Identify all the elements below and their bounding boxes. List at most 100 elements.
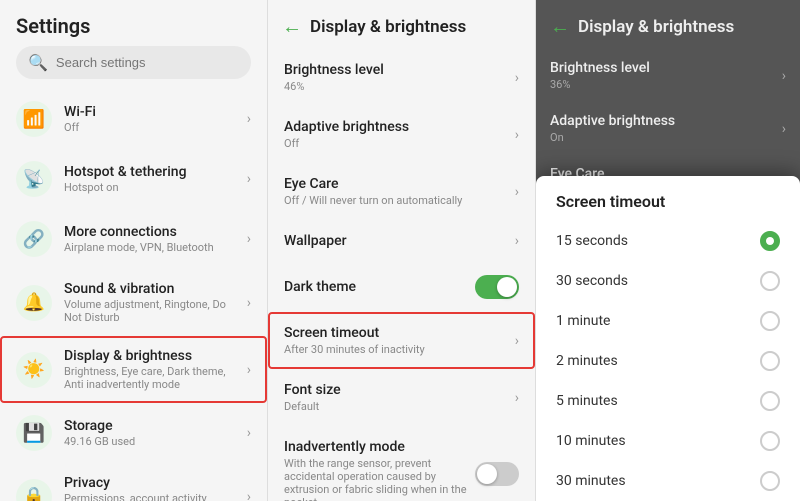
dialog-option-label-5m: 5 minutes (556, 393, 618, 409)
mid-item-eyecare[interactable]: Eye Care Off / Will never turn on automa… (268, 163, 535, 220)
dialog-option-1m[interactable]: 1 minute (536, 301, 800, 341)
settings-list: 📶 Wi-Fi Off › 📡 Hotspot & tethering Hots… (0, 89, 267, 501)
chevron-icon-eyecare: › (515, 184, 519, 200)
left-panel-header: Settings 🔍 (0, 0, 267, 89)
dialog-option-30s[interactable]: 30 seconds (536, 261, 800, 301)
chevron-icon-right-brightness: › (782, 68, 786, 84)
sidebar-item-sound[interactable]: 🔔 Sound & vibration Volume adjustment, R… (0, 269, 267, 336)
search-icon: 🔍 (28, 53, 48, 72)
item-title-connections: More connections (64, 224, 235, 240)
radio-5m[interactable] (760, 391, 780, 411)
mid-item-sub-screentimeout: After 30 minutes of inactivity (284, 343, 425, 356)
mid-item-sub-fontsize: Default (284, 400, 341, 413)
item-sub-privacy: Permissions, account activity, personal … (64, 492, 235, 501)
dialog-option-5m[interactable]: 5 minutes (536, 381, 800, 421)
mid-back-arrow[interactable]: ← (282, 14, 302, 39)
chevron-icon-sound: › (247, 295, 251, 311)
dialog-option-label-30m: 30 minutes (556, 473, 626, 489)
mid-item-darktheme[interactable]: Dark theme (268, 262, 535, 312)
sidebar-item-display[interactable]: ☀️ Display & brightness Brightness, Eye … (0, 336, 267, 403)
radio-30m[interactable] (760, 471, 780, 491)
dialog-option-15s[interactable]: 15 seconds (536, 221, 800, 261)
chevron-icon-connections: › (247, 231, 251, 247)
radio-10m[interactable] (760, 431, 780, 451)
mid-item-adaptive[interactable]: Adaptive brightness Off › (268, 106, 535, 163)
mid-item-title-brightness: Brightness level (284, 62, 384, 78)
chevron-icon-wallpaper: › (515, 233, 519, 249)
item-title-storage: Storage (64, 418, 235, 434)
sidebar-item-wifi[interactable]: 📶 Wi-Fi Off › (0, 89, 267, 149)
chevron-icon-adaptive: › (515, 127, 519, 143)
dialog-option-label-1m: 1 minute (556, 313, 610, 329)
dialog-title: Screen timeout (536, 176, 800, 221)
chevron-icon-fontsize: › (515, 390, 519, 406)
chevron-icon-screentimeout: › (515, 333, 519, 349)
right-item-brightness[interactable]: Brightness level 36% › (536, 49, 800, 102)
chevron-icon-display: › (247, 362, 251, 378)
mid-item-title-screentimeout: Screen timeout (284, 325, 425, 341)
screen-timeout-dialog: Screen timeout 15 seconds 30 seconds 1 m… (536, 176, 800, 501)
icon-connections: 🔗 (16, 221, 52, 257)
item-sub-storage: 49.16 GB used (64, 435, 235, 448)
toggle-inadvertently[interactable] (475, 462, 519, 486)
dialog-option-10m[interactable]: 10 minutes (536, 421, 800, 461)
mid-item-title-fontsize: Font size (284, 382, 341, 398)
icon-privacy: 🔒 (16, 479, 52, 501)
mid-item-brightness[interactable]: Brightness level 46% › (268, 49, 535, 106)
mid-item-inadvertently[interactable]: Inadvertently mode With the range sensor… (268, 426, 535, 501)
mid-item-title-eyecare: Eye Care (284, 176, 462, 192)
radio-2m[interactable] (760, 351, 780, 371)
mid-item-sub-inadvertently: With the range sensor, prevent accidenta… (284, 457, 475, 501)
chevron-icon-privacy: › (247, 489, 251, 501)
item-sub-display: Brightness, Eye care, Dark theme, Anti i… (64, 365, 235, 391)
item-title-display: Display & brightness (64, 348, 235, 364)
mid-item-title-wallpaper: Wallpaper (284, 233, 347, 249)
mid-item-screentimeout[interactable]: Screen timeout After 30 minutes of inact… (268, 312, 535, 369)
settings-panel: Settings 🔍 📶 Wi-Fi Off › 📡 Hotspot & tet… (0, 0, 268, 501)
dialog-option-label-10m: 10 minutes (556, 433, 626, 449)
icon-storage: 💾 (16, 415, 52, 451)
sidebar-item-hotspot[interactable]: 📡 Hotspot & tethering Hotspot on › (0, 149, 267, 209)
dialog-option-label-30s: 30 seconds (556, 273, 628, 289)
item-sub-connections: Airplane mode, VPN, Bluetooth (64, 241, 235, 254)
mid-item-fontsize[interactable]: Font size Default › (268, 369, 535, 426)
right-panel: ← Display & brightness Brightness level … (536, 0, 800, 501)
chevron-icon-storage: › (247, 425, 251, 441)
chevron-icon-hotspot: › (247, 171, 251, 187)
right-panel-title: Display & brightness (578, 17, 734, 37)
chevron-icon-right-adaptive: › (782, 121, 786, 137)
right-item-adaptive[interactable]: Adaptive brightness On › (536, 102, 800, 155)
right-item-sub-adaptive: On (550, 131, 675, 144)
mid-item-title-darktheme: Dark theme (284, 279, 356, 295)
radio-1m[interactable] (760, 311, 780, 331)
dialog-option-30m[interactable]: 30 minutes (536, 461, 800, 501)
right-item-title-adaptive: Adaptive brightness (550, 113, 675, 129)
mid-item-wallpaper[interactable]: Wallpaper › (268, 220, 535, 262)
right-item-title-brightness: Brightness level (550, 60, 650, 76)
dialog-option-label-15s: 15 seconds (556, 233, 628, 249)
item-sub-hotspot: Hotspot on (64, 181, 235, 194)
radio-30s[interactable] (760, 271, 780, 291)
toggle-darktheme[interactable] (475, 275, 519, 299)
dialog-option-label-2m: 2 minutes (556, 353, 618, 369)
sidebar-item-connections[interactable]: 🔗 More connections Airplane mode, VPN, B… (0, 209, 267, 269)
right-panel-header: ← Display & brightness (536, 0, 800, 49)
search-bar[interactable]: 🔍 (16, 46, 251, 79)
item-title-wifi: Wi-Fi (64, 104, 235, 120)
icon-hotspot: 📡 (16, 161, 52, 197)
sidebar-item-storage[interactable]: 💾 Storage 49.16 GB used › (0, 403, 267, 463)
mid-panel-title: Display & brightness (310, 17, 466, 37)
item-title-privacy: Privacy (64, 475, 235, 491)
item-sub-wifi: Off (64, 121, 235, 134)
sidebar-item-privacy[interactable]: 🔒 Privacy Permissions, account activity,… (0, 463, 267, 501)
search-input[interactable] (56, 55, 239, 70)
radio-15s[interactable] (760, 231, 780, 251)
mid-item-sub-eyecare: Off / Will never turn on automatically (284, 194, 462, 207)
mid-item-title-adaptive: Adaptive brightness (284, 119, 409, 135)
icon-wifi: 📶 (16, 101, 52, 137)
mid-menu-list: Brightness level 46% › Adaptive brightne… (268, 49, 535, 501)
settings-title: Settings (16, 14, 251, 38)
mid-panel: ← Display & brightness Brightness level … (268, 0, 536, 501)
dialog-option-2m[interactable]: 2 minutes (536, 341, 800, 381)
right-back-arrow[interactable]: ← (550, 14, 570, 39)
